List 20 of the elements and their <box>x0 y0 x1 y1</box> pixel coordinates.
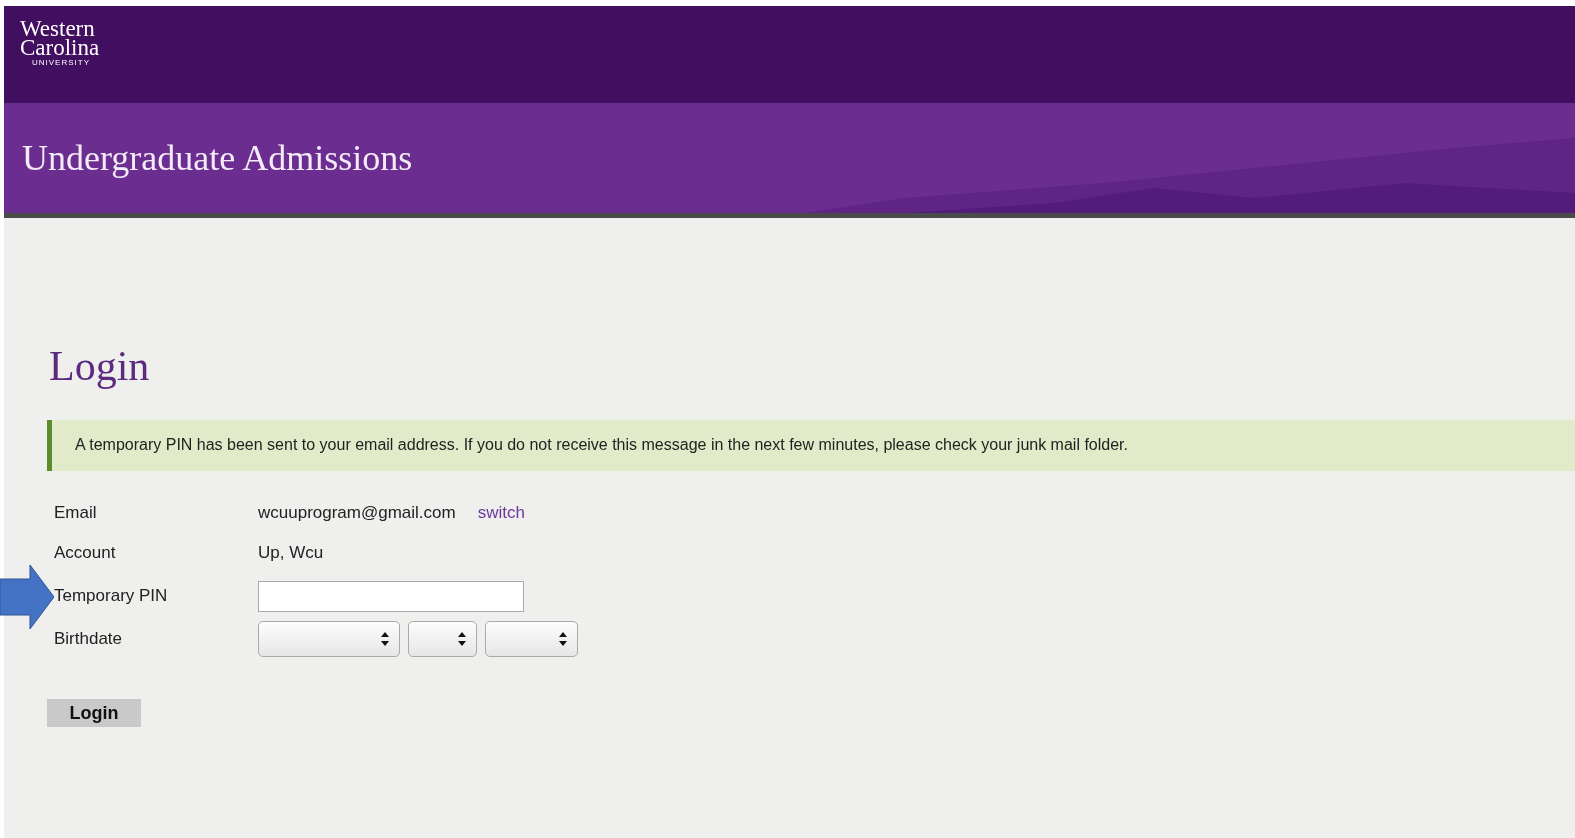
birthdate-dropdown[interactable] <box>258 621 400 657</box>
updown-icon <box>381 632 389 646</box>
account-value: Up, Wcu <box>258 543 324 563</box>
updown-icon <box>458 632 466 646</box>
switch-link[interactable]: switch <box>477 503 525 523</box>
birthdate-dropdown[interactable] <box>408 621 477 657</box>
page-banner-title: Undergraduate Admissions <box>22 137 413 179</box>
birthdate-dropdown[interactable] <box>485 621 578 657</box>
field-label: Temporary PIN <box>54 585 169 607</box>
login-button[interactable]: Login <box>47 699 141 727</box>
field-label: Email <box>54 502 98 524</box>
login-heading: Login <box>49 342 151 390</box>
pointer-arrow <box>0 565 54 629</box>
pin-field[interactable] <box>258 580 524 612</box>
email-value: wcuuprogram@gmail.com <box>258 503 456 523</box>
updown-icon <box>559 632 567 646</box>
info-message: A temporary PIN has been sent to your email address. If you do not receive this message in the next few minutes, please check your junk mail folder. <box>47 420 1575 471</box>
field-label: Birthdate <box>54 628 124 650</box>
field-label: Account <box>54 542 117 564</box>
university-logo[interactable]: Western Carolina UNIVERSITY <box>20 18 100 69</box>
